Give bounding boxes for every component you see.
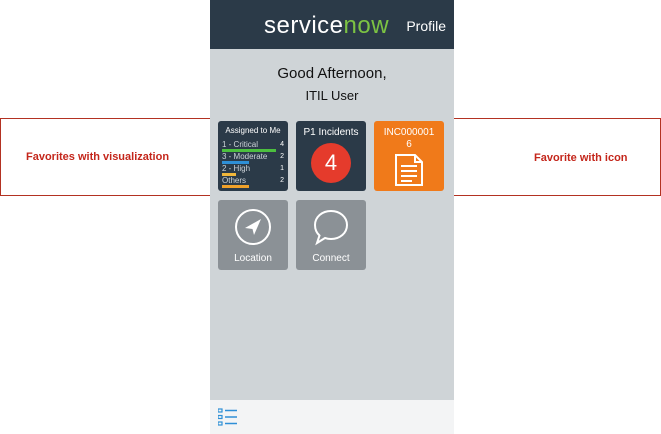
assigned-row-moderate: 3 - Moderate 2 bbox=[222, 152, 284, 164]
navigation-arrow-icon bbox=[235, 209, 271, 245]
app-header: servicenow Profile bbox=[210, 0, 454, 49]
phone-screen: servicenow Profile Good Afternoon, ITIL … bbox=[210, 0, 454, 434]
assigned-to-me-tile[interactable]: Assigned to Me 1 - Critical 4 3 - Modera… bbox=[218, 121, 288, 191]
servicenow-logo: servicenow bbox=[264, 12, 390, 39]
assigned-row-high: 2 - High 1 bbox=[222, 164, 284, 176]
annotation-visualization-label: Favorites with visualization bbox=[26, 151, 170, 163]
incident-favorite-tile[interactable]: INC000001 6 bbox=[374, 121, 444, 191]
assigned-row-others: Others 2 bbox=[222, 176, 284, 188]
p1-incidents-tile[interactable]: P1 Incidents 4 bbox=[296, 121, 366, 191]
incident-number: INC000001 6 bbox=[383, 127, 435, 150]
document-icon bbox=[395, 154, 423, 186]
location-label: Location bbox=[234, 253, 272, 264]
assigned-bar bbox=[222, 185, 249, 188]
assigned-title: Assigned to Me bbox=[225, 126, 281, 135]
greeting-title: Good Afternoon, bbox=[277, 65, 387, 82]
p1-incidents-title: P1 Incidents bbox=[303, 127, 359, 138]
bottom-bar bbox=[210, 400, 454, 434]
profile-link[interactable]: Profile bbox=[406, 18, 446, 34]
connect-label: Connect bbox=[312, 253, 350, 264]
annotation-icon-label: Favorite with icon bbox=[534, 152, 628, 164]
list-icon[interactable] bbox=[218, 408, 238, 426]
assigned-row-critical: 1 - Critical 4 bbox=[222, 140, 284, 152]
location-tile[interactable]: Location bbox=[218, 200, 288, 270]
chat-bubble-icon bbox=[313, 209, 349, 246]
greeting-user: ITIL User bbox=[305, 88, 359, 103]
p1-incidents-count: 4 bbox=[311, 143, 351, 183]
connect-tile[interactable]: Connect bbox=[296, 200, 366, 270]
